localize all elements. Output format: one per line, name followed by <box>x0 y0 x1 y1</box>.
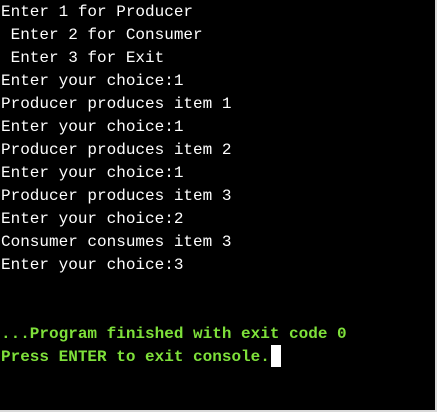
console-line: Enter your choice:3 <box>1 256 184 274</box>
console-line: Enter 1 for Producer <box>1 3 194 21</box>
console-line: Enter your choice:1 <box>1 72 184 90</box>
console-line: Producer produces item 2 <box>1 141 232 159</box>
console-line: Enter your choice:1 <box>1 164 184 182</box>
console-line: Enter your choice:1 <box>1 118 184 136</box>
console-output: Enter 1 for Producer Enter 2 for Consume… <box>1 1 347 369</box>
exit-prompt: Press ENTER to exit console. <box>1 348 270 367</box>
program-finished-message: ...Program finished with exit code 0 <box>1 325 347 343</box>
console-output-window[interactable]: Enter 1 for Producer Enter 2 for Consume… <box>0 0 437 412</box>
console-line: Producer produces item 3 <box>1 187 232 205</box>
console-line: Enter 2 for Consumer <box>1 26 203 44</box>
exit-prompt-line[interactable]: Press ENTER to exit console. <box>1 345 347 369</box>
console-line: Enter 3 for Exit <box>1 49 165 67</box>
text-cursor <box>270 345 281 367</box>
console-line: Producer produces item 1 <box>1 95 232 113</box>
console-line: Consumer consumes item 3 <box>1 233 232 251</box>
console-line: Enter your choice:2 <box>1 210 184 228</box>
